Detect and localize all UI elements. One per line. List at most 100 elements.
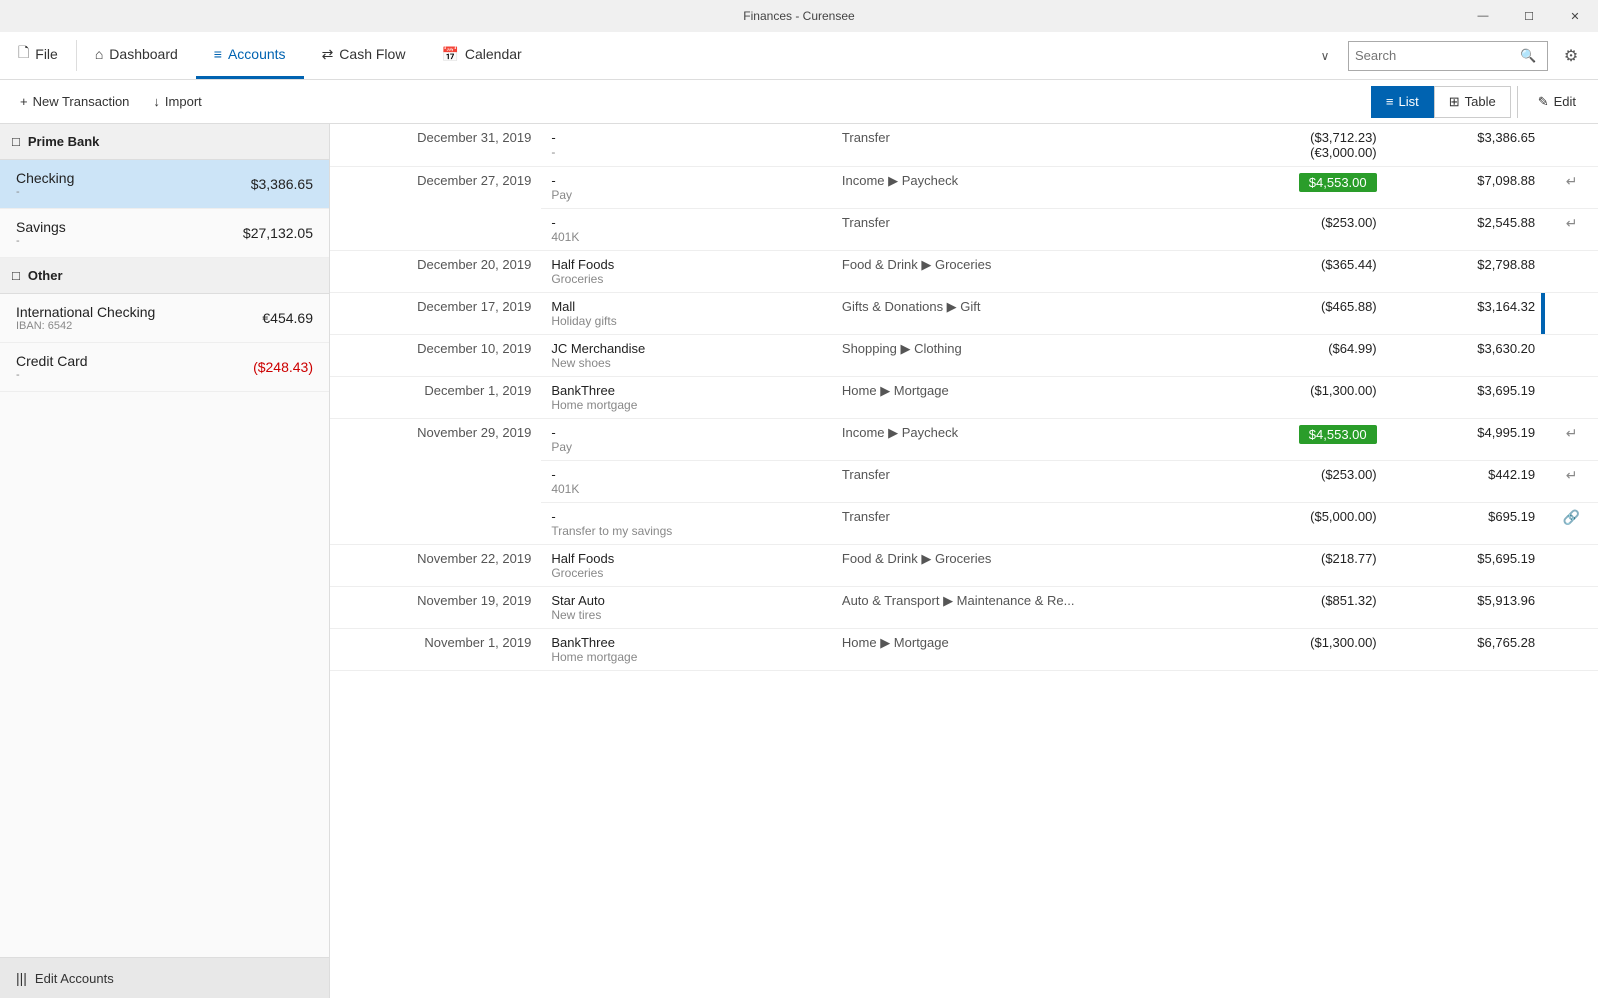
toolbar-right: ≡ List ⊞ Table ✎ Edit (1371, 86, 1590, 118)
tx-date: November 22, 2019 (330, 545, 541, 587)
tx-action (1545, 335, 1598, 377)
tx-payee: - Pay (541, 167, 832, 209)
account-sub-intl-checking: IBAN: 6542 (16, 320, 155, 332)
accounts-label: Accounts (228, 46, 286, 62)
prime-bank-label: Prime Bank (28, 134, 100, 149)
tx-action (1545, 377, 1598, 419)
tx-date: November 19, 2019 (330, 587, 541, 629)
table-row[interactable]: December 31, 2019 - - Transfer ($3,712.2… (330, 124, 1598, 167)
tx-amount: ($465.88) (1202, 293, 1387, 335)
tx-category: Transfer (832, 461, 1202, 503)
tx-date: December 27, 2019 (330, 167, 541, 251)
tx-balance: $5,913.96 (1387, 587, 1546, 629)
account-balance-intl-checking: €454.69 (262, 310, 313, 326)
tx-amount: ($253.00) (1202, 209, 1387, 251)
tx-amount: ($365.44) (1202, 251, 1387, 293)
tx-balance: $6,765.28 (1387, 629, 1546, 671)
tx-amount: ($64.99) (1202, 335, 1387, 377)
account-balance-checking: $3,386.65 (251, 176, 313, 192)
account-balance-savings: $27,132.05 (243, 225, 313, 241)
close-button[interactable]: ✕ (1552, 0, 1598, 32)
tx-action: ↵ (1545, 419, 1598, 461)
account-name-intl-checking: International Checking (16, 304, 155, 320)
tx-payee: BankThree Home mortgage (541, 377, 832, 419)
tx-category: Food & Drink ▶ Groceries (832, 251, 1202, 293)
import-button[interactable]: ↓ Import (141, 89, 213, 114)
tx-balance: $7,098.88 (1387, 167, 1546, 209)
minimize-button[interactable]: — (1460, 0, 1506, 32)
tx-balance: $442.19 (1387, 461, 1546, 503)
income-badge: $4,553.00 (1299, 425, 1377, 444)
cashflow-label: Cash Flow (339, 46, 405, 62)
menu-file[interactable]: 🗋 File (0, 32, 76, 79)
table-row[interactable]: November 22, 2019 Half Foods Groceries F… (330, 545, 1598, 587)
menu-right: ∨ 🔍 ⚙ (1308, 32, 1598, 79)
main-layout: □ Prime Bank Checking - $3,386.65 Saving… (0, 124, 1598, 998)
table-row[interactable]: November 19, 2019 Star Auto New tires Au… (330, 587, 1598, 629)
dashboard-icon: ⌂ (95, 46, 103, 62)
table-icon: ⊞ (1449, 94, 1460, 110)
import-label: Import (165, 94, 202, 109)
tx-category: Transfer (832, 209, 1202, 251)
tx-date: November 29, 2019 (330, 419, 541, 545)
account-item-intl-checking[interactable]: International Checking IBAN: 6542 €454.6… (0, 294, 329, 343)
other-group-header: □ Other (0, 258, 329, 294)
import-icon: ↓ (153, 94, 160, 109)
new-transaction-button[interactable]: + New Transaction (8, 89, 141, 114)
edit-label: Edit (1554, 94, 1576, 109)
tx-payee: - 401K (541, 209, 832, 251)
table-row[interactable]: December 27, 2019 - Pay Income ▶ Paychec… (330, 167, 1598, 209)
tx-action (1545, 587, 1598, 629)
tx-payee: Half Foods Groceries (541, 545, 832, 587)
tx-amount: $4,553.00 (1202, 419, 1387, 461)
tx-date: December 1, 2019 (330, 377, 541, 419)
settings-button[interactable]: ⚙ (1554, 39, 1588, 73)
tx-date: November 1, 2019 (330, 629, 541, 671)
account-item-checking[interactable]: Checking - $3,386.65 (0, 160, 329, 209)
table-row[interactable]: November 1, 2019 BankThree Home mortgage… (330, 629, 1598, 671)
tx-category: Home ▶ Mortgage (832, 377, 1202, 419)
tx-amount: ($253.00) (1202, 461, 1387, 503)
account-item-savings[interactable]: Savings - $27,132.05 (0, 209, 329, 258)
other-icon: □ (12, 268, 20, 283)
prime-bank-group-header: □ Prime Bank (0, 124, 329, 160)
tx-amount: ($5,000.00) (1202, 503, 1387, 545)
tx-action (1545, 251, 1598, 293)
search-input[interactable] (1355, 48, 1520, 63)
menu-calendar[interactable]: 📅 Calendar (423, 32, 539, 79)
tx-amount: ($3,712.23) (€3,000.00) (1202, 124, 1387, 167)
table-row[interactable]: December 1, 2019 BankThree Home mortgage… (330, 377, 1598, 419)
tx-amount: ($1,300.00) (1202, 629, 1387, 671)
account-sub-savings: - (16, 235, 66, 247)
account-name-credit-card: Credit Card (16, 353, 88, 369)
table-row[interactable]: December 10, 2019 JC Merchandise New sho… (330, 335, 1598, 377)
search-box[interactable]: 🔍 (1348, 41, 1548, 71)
menu-dashboard[interactable]: ⌂ Dashboard (77, 32, 196, 79)
other-label: Other (28, 268, 63, 283)
tx-payee: - Transfer to my savings (541, 503, 832, 545)
menu-bar: 🗋 File ⌂ Dashboard ≡ Accounts ⇄ Cash Flo… (0, 32, 1598, 80)
maximize-button[interactable]: ☐ (1506, 0, 1552, 32)
new-transaction-label: New Transaction (33, 94, 130, 109)
list-icon: ≡ (1386, 94, 1394, 109)
new-transaction-icon: + (20, 94, 28, 109)
menu-accounts[interactable]: ≡ Accounts (196, 32, 304, 79)
chevron-down-button[interactable]: ∨ (1308, 39, 1342, 73)
scroll-indicator (1541, 293, 1545, 334)
search-icon: 🔍 (1520, 48, 1536, 64)
table-row[interactable]: November 29, 2019 - Pay Income ▶ Paychec… (330, 419, 1598, 461)
tx-amount: ($1,300.00) (1202, 377, 1387, 419)
table-row[interactable]: December 17, 2019 Mall Holiday gifts Gif… (330, 293, 1598, 335)
account-item-credit-card[interactable]: Credit Card - ($248.43) (0, 343, 329, 392)
menu-cashflow[interactable]: ⇄ Cash Flow (304, 32, 424, 79)
tx-date: December 17, 2019 (330, 293, 541, 335)
tx-action (1545, 124, 1598, 167)
file-icon: 🗋 (18, 42, 29, 66)
edit-button[interactable]: ✎ Edit (1524, 86, 1590, 118)
edit-accounts-button[interactable]: ||| Edit Accounts (0, 957, 329, 998)
table-view-button[interactable]: ⊞ Table (1434, 86, 1511, 118)
list-view-button[interactable]: ≡ List (1371, 86, 1434, 118)
tx-date: December 31, 2019 (330, 124, 541, 167)
table-row[interactable]: December 20, 2019 Half Foods Groceries F… (330, 251, 1598, 293)
tx-date: December 10, 2019 (330, 335, 541, 377)
